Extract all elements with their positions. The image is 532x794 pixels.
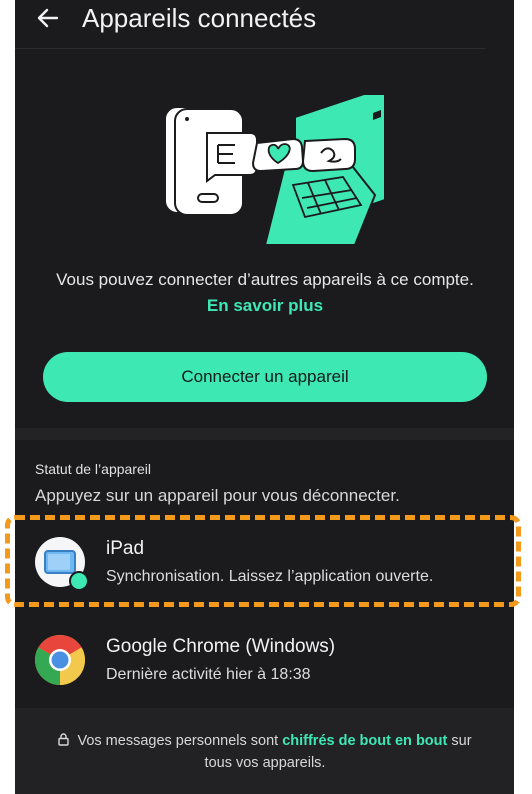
device-status: Synchronisation. Laissez l’application o…: [106, 568, 434, 585]
encryption-footer: Vos messages personnels sont chiffrés de…: [15, 708, 514, 794]
learn-more-link[interactable]: En savoir plus: [207, 296, 323, 315]
device-name: Google Chrome (Windows): [106, 636, 336, 657]
intro-text: Vous pouvez connecter d’autres appareils…: [55, 267, 475, 319]
encryption-link[interactable]: chiffrés de bout en bout: [282, 733, 447, 749]
phone-laptop-chat-illustration: [164, 95, 386, 246]
sync-icon: [69, 571, 89, 591]
device-row-chrome[interactable]: Google Chrome (Windows) Dernière activit…: [15, 620, 514, 700]
section-title: Statut de l’appareil: [35, 461, 151, 477]
lock-icon: [58, 733, 70, 746]
connected-devices-screen: Appareils connectés Vous pouvez connecte…: [15, 0, 514, 794]
connect-device-button[interactable]: Connecter un appareil: [43, 352, 487, 402]
arrow-left-icon: [37, 8, 59, 28]
app-bar: Appareils connectés: [15, 0, 514, 40]
device-status: Dernière activité hier à 18:38: [106, 666, 311, 683]
header-divider: [15, 48, 485, 49]
back-button[interactable]: [33, 3, 63, 33]
encryption-text-before: Vos messages personnels sont: [77, 733, 279, 749]
tablet-icon: [35, 537, 89, 591]
device-name: iPad: [106, 538, 145, 559]
page-title: Appareils connectés: [82, 3, 317, 33]
device-row-ipad[interactable]: iPad Synchronisation. Laissez l’applicat…: [15, 522, 514, 602]
section-hint: Appuyez sur un appareil pour vous déconn…: [35, 486, 400, 505]
section-divider: [15, 428, 514, 440]
encryption-note: Vos messages personnels sont chiffrés de…: [55, 730, 475, 774]
intro-description: Vous pouvez connecter d’autres appareils…: [56, 270, 474, 289]
chrome-icon: [35, 635, 85, 685]
